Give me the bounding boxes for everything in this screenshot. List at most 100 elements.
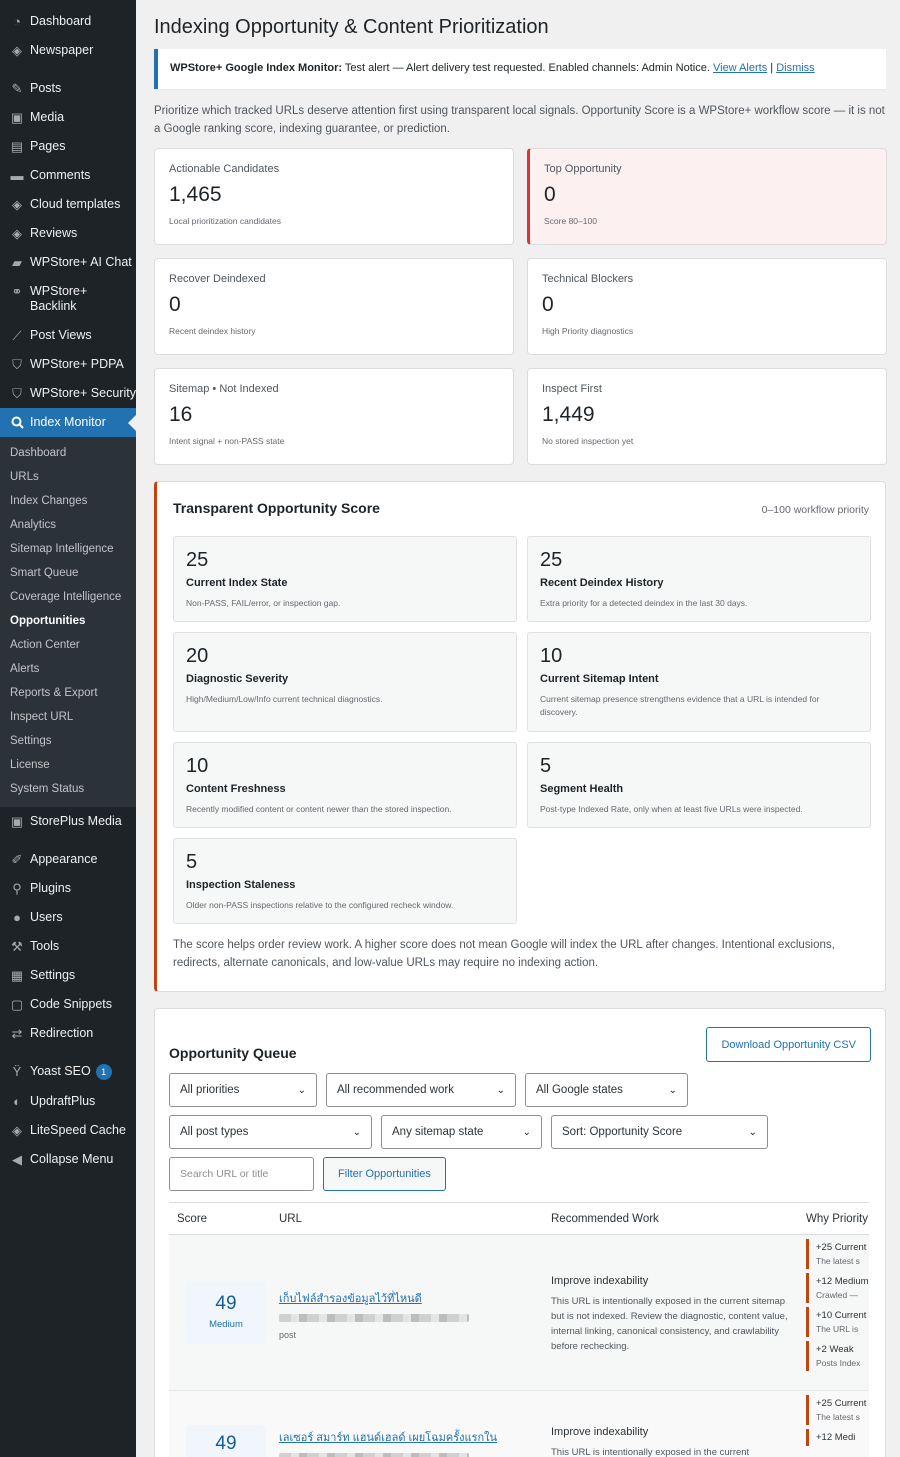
score-cell: 49Medium [169, 1235, 279, 1390]
sidebar-item-litespeed-cache[interactable]: ◈ LiteSpeed Cache [0, 1116, 136, 1145]
submenu-item-smart-queue[interactable]: Smart Queue [0, 561, 136, 585]
sidebar-item-media[interactable]: ▣ Media [0, 103, 136, 132]
work-select[interactable]: All recommended work ⌄ [326, 1073, 516, 1107]
sidebar-item-cloud-templates[interactable]: ◈ Cloud templates [0, 190, 136, 219]
sidebar-item-tools[interactable]: ⚒ Tools [0, 932, 136, 961]
view-alerts-link[interactable]: View Alerts [713, 62, 767, 74]
sidebar-item-label: LiteSpeed Cache [30, 1123, 126, 1137]
why-reason: +12 Medi [806, 1429, 869, 1446]
factor-name: Segment Health [540, 783, 624, 795]
sidebar-item-label: Redirection [30, 1026, 94, 1040]
kpi-card: Sitemap • Not Indexed 16 Intent signal + n… [154, 368, 514, 465]
kpi-label: Technical Blockers [542, 273, 634, 285]
url-cell: เก็บไฟล์สำรองข้อมูลไว้ที่ไหนดี post [279, 1235, 551, 1390]
submenu-item-action-center[interactable]: Action Center [0, 633, 136, 657]
submenu-item-inspect-url[interactable]: Inspect URL [0, 705, 136, 729]
kpi-value: 0 [544, 183, 556, 206]
submenu-item-sitemap-intelligence[interactable]: Sitemap Intelligence [0, 537, 136, 561]
download-csv-button[interactable]: Download Opportunity CSV [706, 1027, 871, 1062]
sidebar-item-wpstore-pdpa[interactable]: ⛉ WPStore+ PDPA [0, 350, 136, 379]
sidebar-item-reviews[interactable]: ◈ Reviews [0, 219, 136, 248]
sidebar-item-yoast-seo[interactable]: Ÿ Yoast SEO 1 [0, 1057, 136, 1087]
why-reason: +2 Weak Posts Index [806, 1341, 869, 1371]
diamond-icon: ◈ [12, 197, 22, 212]
search-icon [8, 415, 26, 430]
work-cell: Improve indexability This URL is intentio… [551, 1235, 806, 1390]
main-content: Indexing Opportunity & Content Prioritiz… [136, 0, 900, 1457]
sidebar-item-label: StorePlus Media [30, 814, 122, 828]
sort-select[interactable]: Sort: Opportunity Score ⌄ [551, 1115, 768, 1149]
sidebar-item-newspaper[interactable]: ◈ Newspaper [0, 36, 136, 65]
chevron-down-icon: ⌄ [668, 1084, 677, 1096]
sidebar-item-post-views[interactable]: ⟋ Post Views [0, 321, 136, 350]
factor-points: 10 [186, 755, 209, 777]
why-reason: +10 Current The URL is [806, 1307, 869, 1337]
submenu-item-urls[interactable]: URLs [0, 465, 136, 489]
sidebar-item-settings[interactable]: ▦ Settings [0, 961, 136, 990]
submenu-item-license[interactable]: License [0, 753, 136, 777]
column-header-score[interactable]: Score [169, 1213, 279, 1225]
sitemap-select[interactable]: Any sitemap state ⌄ [381, 1115, 542, 1149]
sitemap-select-value: Any sitemap state [392, 1126, 484, 1138]
sidebar-item-wpstore-security[interactable]: ⛉ WPStore+ Security [0, 379, 136, 408]
sidebar-item-redirection[interactable]: ⇄ Redirection [0, 1019, 136, 1048]
url-title-link[interactable]: เลเซอร์ สมาร์ท แฮนด์เฮลด์ เผยโฉมครั้งแรก… [279, 1428, 551, 1446]
score-cell: 49Medium [169, 1391, 279, 1457]
filter-button[interactable]: Filter Opportunities [323, 1157, 446, 1191]
sort-select-value: Sort: Opportunity Score [562, 1126, 683, 1138]
kpi-grid: Actionable Candidates 1,465 Local prioriti… [154, 148, 887, 465]
sidebar-item-pages[interactable]: ▤ Pages [0, 132, 136, 161]
column-header-why: Why Priority [806, 1212, 868, 1225]
submenu-item-alerts[interactable]: Alerts [0, 657, 136, 681]
submenu-item-system-status[interactable]: System Status [0, 777, 136, 801]
why-reason-detail: The latest s [816, 1256, 860, 1266]
sidebar-item-label: WPStore+ AI Chat [30, 255, 132, 269]
factor-name: Current Index State [186, 577, 288, 589]
sidebar-item-updraftplus[interactable]: ◐ UpdraftPlus [0, 1087, 136, 1116]
why-reason-detail: The latest s [816, 1412, 860, 1422]
sidebar-item-label: Users [30, 910, 63, 924]
sidebar-item-storeplus-media[interactable]: ▣ StorePlus Media [0, 807, 136, 836]
post-type-select[interactable]: All post types ⌄ [169, 1115, 372, 1149]
submenu-item-opportunities[interactable]: Opportunities [0, 609, 136, 633]
factor-name: Recent Deindex History [540, 577, 664, 589]
factor-description: Non-PASS, FAIL/error, or inspection gap. [186, 598, 341, 608]
column-header-url[interactable]: URL [279, 1213, 551, 1225]
diamond-icon: ◈ [12, 226, 22, 241]
sidebar-item-posts[interactable]: ✎ Posts [0, 74, 136, 103]
sidebar-item-comments[interactable]: ▬ Comments [0, 161, 136, 190]
search-input[interactable]: Search URL or title [169, 1157, 314, 1191]
sidebar-item-label: Appearance [30, 852, 98, 866]
sidebar-item-wpstore-backlink[interactable]: ⚭ WPStore+ Backlink [0, 277, 136, 321]
factor-description: Older non-PASS inspections relative to t… [186, 900, 454, 910]
sidebar-item-code-snippets[interactable]: ▢ Code Snippets [0, 990, 136, 1019]
submenu-item-coverage-intelligence[interactable]: Coverage Intelligence [0, 585, 136, 609]
kpi-caption: Score 80–100 [544, 216, 597, 226]
sidebar-item-label: Code Snippets [30, 997, 113, 1011]
google-state-select[interactable]: All Google states ⌄ [525, 1073, 688, 1107]
url-title-link[interactable]: เก็บไฟล์สำรองข้อมูลไว้ที่ไหนดี [279, 1289, 551, 1307]
submenu-item-analytics[interactable]: Analytics [0, 513, 136, 537]
sidebar-item-plugins[interactable]: ⚲ Plugins [0, 874, 136, 903]
submenu-item-index-changes[interactable]: Index Changes [0, 489, 136, 513]
chevron-down-icon: ⌄ [748, 1126, 757, 1138]
kpi-caption: Recent deindex history [169, 326, 256, 336]
submenu-item-reports-export[interactable]: Reports & Export [0, 681, 136, 705]
kpi-label: Sitemap • Not Indexed [169, 383, 279, 395]
diamond-icon: ◈ [12, 1123, 22, 1138]
sidebar-item-users[interactable]: ● Users [0, 903, 136, 932]
submenu-item-settings[interactable]: Settings [0, 729, 136, 753]
dismiss-link[interactable]: Dismiss [776, 62, 815, 74]
priority-select[interactable]: All priorities ⌄ [169, 1073, 317, 1107]
score-factor-card: 5 Segment Health Post-type Indexed Rate, o… [527, 742, 871, 828]
sidebar-item-wpstore-ai-chat[interactable]: ▰ WPStore+ AI Chat [0, 248, 136, 277]
submenu-item-dashboard[interactable]: Dashboard [0, 441, 136, 465]
factor-points: 10 [540, 645, 563, 667]
kpi-card: Top Opportunity 0 Score 80–100 [527, 148, 887, 245]
sidebar-item-index-monitor[interactable]: Index Monitor [0, 408, 136, 437]
sidebar-item-appearance[interactable]: ✐ Appearance [0, 845, 136, 874]
comment-icon: ▬ [10, 168, 24, 183]
sidebar-item-collapse-menu[interactable]: ◀ Collapse Menu [0, 1145, 136, 1174]
sidebar-item-dashboard[interactable]: ◔ Dashboard [0, 7, 136, 36]
why-reason-points: +10 Current [816, 1310, 867, 1321]
